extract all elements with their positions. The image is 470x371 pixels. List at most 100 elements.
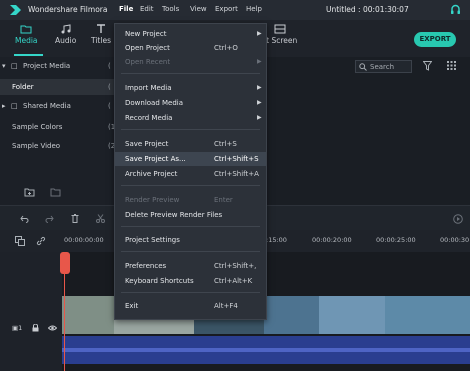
- sample-video-item[interactable]: Sample Video (2: [0, 139, 115, 153]
- thumbnail-4: [319, 296, 385, 334]
- menu-shortcut: Enter: [214, 196, 233, 204]
- search-input[interactable]: Search: [355, 60, 412, 73]
- shared-media-item[interactable]: ▸ □ Shared Media (: [0, 99, 115, 113]
- menu-export[interactable]: Export: [215, 5, 238, 13]
- sample-video-label: Sample Video: [12, 142, 61, 150]
- tab-audio-label: Audio: [55, 36, 77, 45]
- redo-icon[interactable]: [45, 215, 54, 223]
- playhead-line[interactable]: [64, 262, 65, 371]
- menu-item-label: Exit: [125, 302, 139, 310]
- menu-item-label: Archive Project: [125, 170, 178, 178]
- playhead-handle[interactable]: [60, 252, 70, 274]
- menu-file[interactable]: File: [119, 5, 133, 13]
- tab-media-label: Media: [15, 36, 38, 45]
- menu-separator: [121, 226, 260, 227]
- menu-help[interactable]: Help: [246, 5, 262, 13]
- menu-item-preferences[interactable]: Preferences Ctrl+Shift+,: [115, 259, 266, 273]
- tab-titles-label: Titles: [91, 36, 111, 45]
- search-icon: [359, 63, 367, 71]
- menu-item-label: New Project: [125, 30, 167, 38]
- menu-item-project-settings[interactable]: Project Settings: [115, 233, 266, 247]
- project-media-count: (: [108, 62, 111, 70]
- menu-item-label: Render Preview: [125, 196, 180, 204]
- menu-item-label: Project Settings: [125, 236, 180, 244]
- app-name: Wondershare Filmora: [28, 5, 108, 14]
- menu-item-render-preview: Render Preview Enter: [115, 193, 266, 207]
- new-folder-icon[interactable]: [24, 188, 35, 197]
- menu-item-exit[interactable]: Exit Alt+F4: [115, 299, 266, 313]
- menu-shortcut: Ctrl+Shift+,: [214, 262, 257, 270]
- menu-separator: [121, 129, 260, 130]
- submenu-arrow-icon: ▶: [257, 58, 262, 65]
- grid-view-icon[interactable]: [447, 61, 456, 70]
- menu-item-archive-project[interactable]: Archive Project Ctrl+Shift+A: [115, 167, 266, 181]
- lock-icon[interactable]: [32, 324, 39, 332]
- folder-outline-icon: □: [11, 102, 18, 110]
- thumbnail-1: [62, 296, 114, 334]
- eye-icon[interactable]: [48, 325, 57, 331]
- tab-titles[interactable]: Titles: [91, 24, 111, 45]
- audio-waveform: [62, 348, 470, 352]
- file-menu-dropdown: New Project ▶ Open Project Ctrl+O Open Rec…: [114, 23, 267, 320]
- menu-separator: [121, 251, 260, 252]
- active-tab-indicator: [14, 54, 43, 56]
- menu-item-record-media[interactable]: Record Media ▶: [115, 111, 266, 125]
- title-bar: Wondershare Filmora File Edit Tools View…: [0, 0, 470, 20]
- shared-media-count: (: [108, 102, 111, 110]
- timecode-1: :15:00: [266, 236, 287, 244]
- folder-icon[interactable]: [50, 188, 61, 197]
- link-icon[interactable]: [36, 236, 46, 246]
- timecode-0: 00:00:00:00: [64, 236, 104, 244]
- tab-split-screen[interactable]: lit Screen: [262, 24, 297, 45]
- export-button[interactable]: EXPORT: [414, 32, 456, 47]
- menu-item-download-media[interactable]: Download Media ▶: [115, 96, 266, 110]
- menu-item-label: Import Media: [125, 84, 172, 92]
- menu-item-new-project[interactable]: New Project ▶: [115, 27, 266, 41]
- menu-separator: [121, 185, 260, 186]
- filter-icon[interactable]: [423, 61, 432, 71]
- tab-media[interactable]: Media: [15, 24, 38, 45]
- text-t-icon: [96, 24, 105, 33]
- undo-icon[interactable]: [20, 215, 29, 223]
- track-headers: ▣1: [0, 252, 62, 371]
- audio-clip[interactable]: [62, 336, 470, 364]
- menu-shortcut: Alt+F4: [214, 302, 238, 310]
- shared-media-label: Shared Media: [23, 102, 71, 110]
- menu-item-label: Open Project: [125, 44, 170, 52]
- folder-count: (: [108, 83, 111, 91]
- sample-colors-label: Sample Colors: [12, 123, 63, 131]
- tab-audio[interactable]: Audio: [55, 24, 76, 45]
- render-icon[interactable]: [453, 214, 463, 224]
- folder-item[interactable]: Folder (: [0, 79, 115, 95]
- add-track-icon[interactable]: [15, 236, 25, 246]
- folder-outline-icon: □: [11, 62, 18, 70]
- menu-tools[interactable]: Tools: [162, 5, 179, 13]
- menu-shortcut: Ctrl+S: [214, 140, 237, 148]
- menu-item-label: Keyboard Shortcuts: [125, 277, 194, 285]
- menu-view[interactable]: View: [190, 5, 207, 13]
- filmora-logo-icon: [10, 5, 21, 15]
- menu-item-delete-preview-render-files[interactable]: Delete Preview Render Files: [115, 208, 266, 222]
- submenu-arrow-icon: ▶: [257, 114, 262, 121]
- sample-colors-item[interactable]: Sample Colors (1: [0, 120, 115, 134]
- delete-icon[interactable]: [71, 214, 79, 223]
- menu-edit[interactable]: Edit: [140, 5, 154, 13]
- caret-right-icon: ▸: [2, 102, 6, 110]
- submenu-arrow-icon: ▶: [257, 84, 262, 91]
- menu-item-open-recent: Open Recent ▶: [115, 55, 266, 69]
- thumbnail-3: [264, 296, 319, 334]
- menu-item-import-media[interactable]: Import Media ▶: [115, 81, 266, 95]
- project-media-label: Project Media: [23, 62, 71, 70]
- menu-item-save-project-as[interactable]: Save Project As... Ctrl+Shift+S: [115, 152, 266, 166]
- menu-item-label: Save Project As...: [125, 155, 186, 163]
- menu-item-save-project[interactable]: Save Project Ctrl+S: [115, 137, 266, 151]
- scissors-icon[interactable]: [96, 214, 105, 223]
- project-title: Untitled : 00:01:30:07: [326, 5, 409, 14]
- project-media-item[interactable]: ▾ □ Project Media (: [0, 59, 115, 73]
- headphones-icon[interactable]: [450, 4, 461, 15]
- menu-item-open-project[interactable]: Open Project Ctrl+O: [115, 41, 266, 55]
- folder-label: Folder: [12, 83, 34, 91]
- menu-item-label: Preferences: [125, 262, 167, 270]
- menu-item-keyboard-shortcuts[interactable]: Keyboard Shortcuts Ctrl+Alt+K: [115, 274, 266, 288]
- menu-shortcut: Ctrl+Alt+K: [214, 277, 253, 285]
